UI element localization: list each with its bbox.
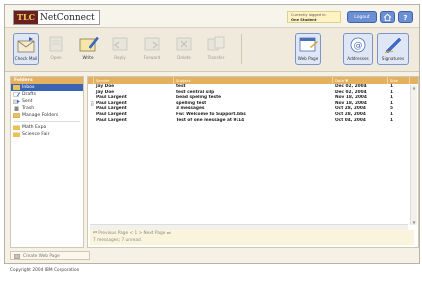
manage-folders-icon bbox=[13, 113, 20, 118]
folders-panel: Folders Inbox Drafts Sent Trash Manage F… bbox=[10, 76, 84, 248]
svg-text:?: ? bbox=[403, 13, 407, 22]
folder-label: Science Fair bbox=[22, 132, 50, 137]
folder-icon bbox=[13, 132, 20, 137]
column-date[interactable]: Date ▼ bbox=[333, 77, 388, 84]
login-user: One Student bbox=[291, 18, 317, 22]
write-label: Write bbox=[82, 55, 94, 60]
home-button[interactable] bbox=[380, 11, 395, 23]
folder-item-science-fair[interactable]: Science Fair bbox=[11, 131, 83, 138]
reply-button[interactable]: Reply bbox=[107, 33, 133, 65]
write-button[interactable]: Write bbox=[75, 33, 101, 65]
folder-divider bbox=[14, 121, 80, 122]
drafts-icon bbox=[13, 92, 20, 97]
pager-nav[interactable]: ⏮ Previous Page < 1 > Next Page ⏭ bbox=[93, 230, 414, 237]
folder-icon bbox=[13, 125, 20, 130]
trash-icon bbox=[14, 106, 19, 111]
home-icon bbox=[383, 13, 392, 22]
check-mail-button[interactable]: Check Mail bbox=[13, 33, 39, 65]
message-subject: Test of one message at 9:14 bbox=[176, 117, 245, 123]
open-icon bbox=[49, 36, 63, 52]
forward-icon bbox=[144, 37, 160, 51]
transfer-label: Transfer bbox=[207, 55, 225, 60]
open-button[interactable]: Open bbox=[43, 33, 69, 65]
folder-label: Trash bbox=[22, 106, 35, 111]
folder-label: Manage Folders bbox=[22, 113, 59, 118]
login-status: Currently logged in: One Student bbox=[287, 11, 341, 23]
logout-button[interactable]: Logout bbox=[347, 11, 377, 23]
check-mail-icon bbox=[17, 37, 35, 53]
create-web-page-label: Create Web Page bbox=[23, 254, 60, 259]
web-page-icon bbox=[299, 37, 318, 52]
addresses-label: Addresses bbox=[347, 56, 369, 61]
reply-label: Reply bbox=[114, 55, 126, 60]
check-mail-label: Check Mail bbox=[14, 56, 38, 61]
folder-item-drafts[interactable]: Drafts bbox=[11, 91, 83, 98]
column-subject[interactable]: Subject bbox=[174, 77, 333, 84]
vertical-scrollbar[interactable]: ▲ ▼ bbox=[410, 85, 417, 225]
folder-label: Inbox bbox=[22, 85, 35, 90]
help-icon: ? bbox=[403, 13, 407, 22]
scroll-up-icon[interactable]: ▲ bbox=[411, 85, 417, 90]
message-list-panel: Sender Subject Date ▼ Size Jay Doe test … bbox=[87, 76, 419, 248]
message-sender: Paul Largent bbox=[96, 117, 127, 123]
inbox-icon bbox=[13, 85, 20, 90]
folder-item-manage-folders[interactable]: Manage Folders bbox=[11, 112, 83, 119]
forward-button[interactable]: Forward bbox=[139, 33, 165, 65]
app-frame: TLC NetConnect Currently logged in: One … bbox=[4, 4, 420, 264]
svg-text:@: @ bbox=[354, 41, 363, 51]
app-logo: TLC NetConnect bbox=[13, 10, 100, 25]
folders-title: Folders bbox=[11, 77, 83, 84]
open-label: Open bbox=[50, 55, 62, 60]
message-date: Oct 04, 2004 bbox=[335, 117, 366, 123]
signatures-button[interactable]: Signatures bbox=[377, 33, 409, 65]
column-sender[interactable]: Sender bbox=[94, 77, 174, 84]
reply-icon bbox=[112, 37, 128, 51]
message-row[interactable]: Paul Largent Test of one message at 9:14… bbox=[88, 118, 418, 124]
logo-text: NetConnect bbox=[39, 12, 95, 23]
folder-item-inbox[interactable]: Inbox bbox=[11, 84, 83, 91]
folder-label: Math Expo bbox=[22, 125, 47, 130]
toolbar: Check Mail Open Write Reply Forward Dele… bbox=[5, 28, 419, 72]
folder-label: Drafts bbox=[22, 92, 36, 97]
pager: ⏮ Previous Page < 1 > Next Page ⏭ 7 mess… bbox=[90, 230, 414, 245]
write-icon bbox=[79, 36, 99, 52]
signatures-label: Signatures bbox=[381, 56, 405, 61]
transfer-button[interactable]: Transfer bbox=[203, 33, 229, 65]
web-page-button[interactable]: Web Page bbox=[295, 33, 321, 65]
addresses-icon: @ bbox=[350, 37, 366, 53]
folder-item-math-expo[interactable]: Math Expo bbox=[11, 124, 83, 131]
copyright-text: Copyright 2004 IBM Corporation bbox=[10, 268, 80, 273]
web-page-small-icon bbox=[14, 254, 20, 259]
web-page-label: Web Page bbox=[297, 56, 319, 61]
folder-label: Sent bbox=[22, 99, 33, 104]
logo-mark: TLC bbox=[14, 11, 38, 24]
message-list-header: Sender Subject Date ▼ Size bbox=[88, 77, 418, 84]
pager-status: 7 messages; 7 unread. bbox=[93, 238, 143, 243]
message-size: 1 bbox=[390, 117, 393, 123]
toolbar-separator bbox=[241, 34, 242, 64]
scroll-down-icon[interactable]: ▼ bbox=[411, 220, 417, 225]
folder-item-trash[interactable]: Trash bbox=[11, 105, 83, 112]
delete-icon bbox=[176, 37, 192, 51]
app-header: TLC NetConnect Currently logged in: One … bbox=[5, 5, 419, 28]
delete-button[interactable]: Delete bbox=[171, 33, 197, 65]
column-size[interactable]: Size bbox=[388, 77, 410, 84]
transfer-icon bbox=[207, 36, 225, 51]
forward-label: Forward bbox=[143, 55, 161, 60]
delete-label: Delete bbox=[177, 55, 191, 60]
help-button[interactable]: ? bbox=[398, 11, 413, 23]
signatures-icon bbox=[384, 37, 402, 54]
folder-item-sent[interactable]: Sent bbox=[11, 98, 83, 105]
create-web-page-button[interactable]: Create Web Page bbox=[10, 251, 90, 260]
addresses-button[interactable]: @ Addresses bbox=[343, 33, 373, 65]
sent-icon bbox=[13, 99, 20, 104]
